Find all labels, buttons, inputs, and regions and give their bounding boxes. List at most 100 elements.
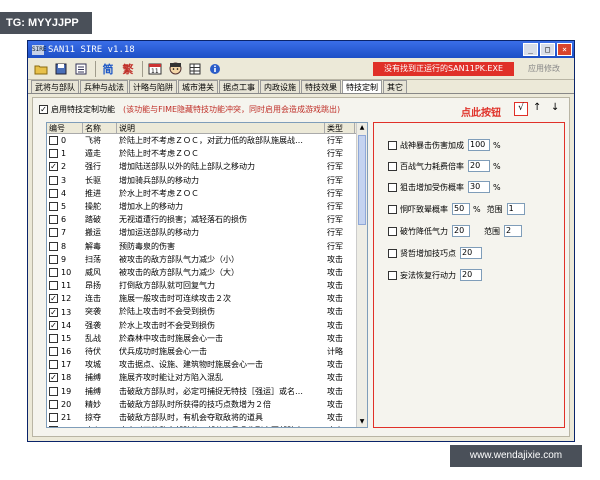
row-name: 解毒 [85, 241, 101, 251]
table-row[interactable]: 22 攻心攻击时可将敌方部队的一部分士兵吸收到自军部队中攻击 [47, 424, 367, 427]
move-down-button[interactable]: ↓ [551, 102, 559, 113]
save-icon[interactable] [52, 60, 70, 78]
table-row[interactable]: 21 掠夺 击破敌方部队时，有机会夺取敌将的道具 攻击 [47, 411, 367, 424]
apply-changes-button[interactable]: 应用修改 [518, 62, 570, 76]
enable-skill-custom[interactable]: ✓ 启用特技定制功能 (该功能与FIME隐藏特技功能冲突，同时启用会造成游戏跳出… [39, 104, 340, 115]
row-checkbox[interactable] [49, 149, 58, 159]
tab-troops-tactics[interactable]: 兵种与战法 [80, 80, 128, 93]
list-scrollbar[interactable]: ▲ ▼ [356, 123, 367, 427]
scroll-down-arrow[interactable]: ▼ [357, 417, 367, 427]
row-checkbox[interactable] [49, 333, 58, 343]
enable-checkbox[interactable]: ✓ [39, 105, 48, 114]
close-button[interactable]: × [557, 43, 572, 56]
param-value-input[interactable]: 100 [468, 139, 490, 151]
row-checkbox[interactable] [49, 399, 58, 409]
row-checkbox[interactable]: ✓ [49, 307, 58, 317]
row-checkbox[interactable]: ✓ [49, 373, 58, 383]
info-icon[interactable] [206, 60, 224, 78]
skill-list[interactable]: 编号 名称 说明 类型 0 飞将 於陆上时不考虑ＺＯＣ，对武力低的敌部队施展战… 行军… [46, 122, 368, 428]
table-row[interactable]: ✓ 2 强行 增加陆送部队以外的陆上部队之移动力 行军 [47, 160, 367, 173]
table-row[interactable]: 9 扫荡 被攻击的敌方部队气力减少（小） 攻击 [47, 253, 367, 266]
row-checkbox[interactable] [49, 413, 58, 423]
param-value-input[interactable]: 50 [452, 203, 470, 215]
table-row[interactable]: 3 长驱 增加骑兵部队的移动力 行军 [47, 174, 367, 187]
param-checkbox[interactable] [388, 248, 397, 258]
row-checkbox[interactable] [49, 228, 58, 238]
open-folder-icon[interactable] [32, 60, 50, 78]
scroll-thumb[interactable] [358, 135, 366, 225]
row-checkbox[interactable] [49, 347, 58, 357]
calendar-icon[interactable]: 11 [146, 60, 164, 78]
col-id[interactable]: 编号 [47, 123, 83, 133]
param-checkbox[interactable] [388, 161, 397, 171]
param-value-input[interactable]: 20 [452, 225, 470, 237]
table-row[interactable]: 20 精妙 击破敌方部队时所获得的技巧点数增为２倍 攻击 [47, 398, 367, 411]
table-row[interactable]: 5 操舵 增加水上的移动力 行军 [47, 200, 367, 213]
tab-other[interactable]: 其它 [383, 80, 407, 93]
table-row[interactable]: 6 踏破 无视道遭行的损害；减轻落石的损伤 行军 [47, 213, 367, 226]
table-row[interactable]: 15 乱战 於森林中攻击时施展会心一击 攻击 [47, 332, 367, 345]
param-value-input[interactable]: 20 [468, 160, 490, 172]
row-checkbox[interactable] [49, 426, 58, 427]
tab-strongholds[interactable]: 据点工事 [219, 80, 259, 93]
table-row[interactable]: 10 威风 被攻击的敌方部队气力减少（大） 攻击 [47, 266, 367, 279]
row-checkbox[interactable] [49, 267, 58, 277]
param-range-input[interactable]: 1 [506, 203, 525, 215]
table-row[interactable]: 7 搬运 增加运送部队的移动力 行军 [47, 226, 367, 239]
move-up-button[interactable]: ↑ [533, 102, 541, 113]
row-checkbox[interactable] [49, 254, 58, 264]
table-row[interactable]: 1 遁走 於陆上时不考虑ＺＯＣ 行军 [47, 147, 367, 160]
col-name[interactable]: 名称 [83, 123, 117, 133]
table-row[interactable]: ✓ 12 连击 施展一般攻击时可连续攻击２次 攻击 [47, 292, 367, 305]
table-row[interactable]: 4 推进 於水上时不考虑ＺＯＣ 行军 [47, 187, 367, 200]
param-range-input[interactable]: 2 [504, 225, 522, 237]
param-checkbox[interactable] [388, 182, 397, 192]
param-checkbox[interactable] [388, 140, 397, 150]
minimize-button[interactable]: _ [523, 43, 538, 56]
tab-cities-ports[interactable]: 城市港关 [178, 80, 218, 93]
confirm-check-button[interactable]: √ [514, 102, 528, 116]
maximize-button[interactable]: □ [540, 43, 555, 56]
table-row[interactable]: ✓ 18 捕缚 施展齐攻时能让对方陷入混乱 攻击 [47, 371, 367, 384]
table-row[interactable]: 16 待伏 伏兵成功时施展会心一击 计略 [47, 345, 367, 358]
tab-skill-custom[interactable]: 特技定制 [342, 80, 382, 93]
row-checkbox[interactable] [49, 386, 58, 396]
param-value-input[interactable]: 20 [460, 247, 482, 259]
table-row[interactable]: 17 攻城 攻击据点、设施、建筑物时施展会心一击 攻击 [47, 358, 367, 371]
simplified-chinese-button[interactable]: 简 [99, 60, 117, 78]
table-row[interactable]: 8 解毒 预防毒泉的伤害 行军 [47, 240, 367, 253]
tab-generals-units[interactable]: 武将与部队 [31, 80, 79, 93]
param-value-input[interactable]: 30 [468, 181, 490, 193]
row-checkbox[interactable] [49, 215, 58, 225]
row-checkbox[interactable] [49, 175, 58, 185]
param-checkbox[interactable] [388, 226, 397, 236]
row-checkbox[interactable] [49, 136, 58, 146]
row-checkbox[interactable] [49, 241, 58, 251]
table-row[interactable]: 0 飞将 於陆上时不考虑ＺＯＣ，对武力低的敌部队施展战… 行军 [47, 134, 367, 147]
tab-skill-effects[interactable]: 特技效果 [301, 80, 341, 93]
col-type[interactable]: 类型 [325, 123, 355, 133]
traditional-chinese-button[interactable]: 繁 [119, 60, 137, 78]
row-checkbox[interactable] [49, 202, 58, 212]
tab-strategies-traps[interactable]: 计略与陷阱 [129, 80, 177, 93]
row-checkbox[interactable] [49, 360, 58, 370]
row-checkbox[interactable] [49, 281, 58, 291]
row-desc: 於陆上攻击时不会受到损伤 [119, 307, 215, 317]
list-icon[interactable] [72, 60, 90, 78]
table-row[interactable]: ✓ 13 突袭 於陆上攻击时不会受到损伤 攻击 [47, 305, 367, 318]
param-value-input[interactable]: 20 [460, 269, 482, 281]
row-checkbox[interactable]: ✓ [49, 162, 58, 172]
table-row[interactable]: 19 捕缚 击破敌方部队时，必定可捕捉无特技［强运］或名… 攻击 [47, 385, 367, 398]
face-icon[interactable] [166, 60, 184, 78]
param-checkbox[interactable] [388, 270, 397, 280]
table-row[interactable]: 11 昂扬 打倒敌方部队就可回复气力 攻击 [47, 279, 367, 292]
table-row[interactable]: ✓ 14 强袭 於水上攻击时不会受到损伤 攻击 [47, 319, 367, 332]
row-checkbox[interactable]: ✓ [49, 320, 58, 330]
row-checkbox[interactable] [49, 188, 58, 198]
row-checkbox[interactable]: ✓ [49, 294, 58, 304]
param-checkbox[interactable] [388, 204, 397, 214]
col-desc[interactable]: 说明 [117, 123, 325, 133]
grid-icon[interactable] [186, 60, 204, 78]
scroll-up-arrow[interactable]: ▲ [357, 123, 367, 133]
tab-domestic[interactable]: 内政设施 [260, 80, 300, 93]
